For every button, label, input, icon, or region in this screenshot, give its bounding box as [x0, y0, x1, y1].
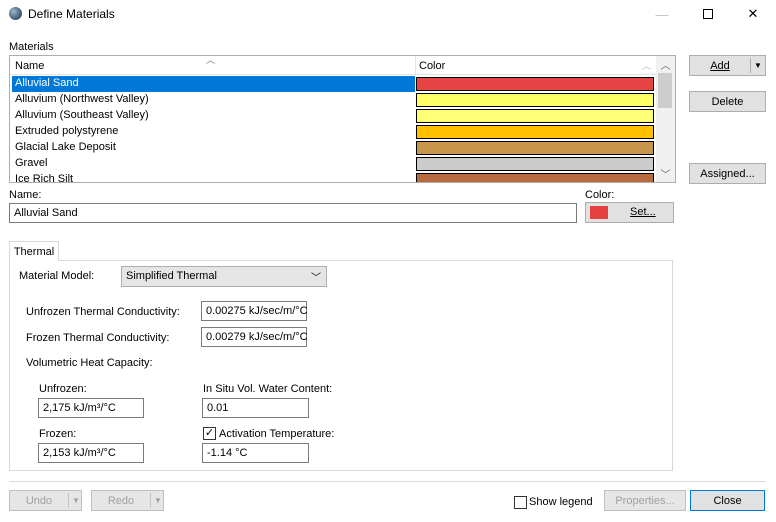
material-model-label: Material Model: — [19, 270, 95, 282]
undo-label: Undo — [25, 494, 53, 507]
minimize-button[interactable]: — — [639, 0, 685, 28]
material-name: Alluvium (Northwest Valley) — [15, 93, 149, 105]
show-legend-label: Show legend — [529, 496, 593, 508]
water-content-input[interactable]: 0.01 — [202, 398, 309, 418]
material-color-swatch[interactable] — [416, 173, 654, 182]
material-name: Gravel — [15, 157, 48, 169]
material-model-value: Simplified Thermal — [126, 270, 217, 282]
material-name: Alluvium (Southeast Valley) — [15, 109, 149, 121]
add-button-label[interactable]: Add — [690, 56, 750, 75]
material-row[interactable]: Alluvium (Northwest Valley) — [10, 92, 656, 108]
material-color-swatch[interactable] — [416, 157, 654, 171]
materials-list[interactable]: Name ︿ Color ︿ Alluvial Sand Alluvium (No… — [9, 55, 676, 183]
redo-label: Redo — [107, 494, 135, 507]
material-color-swatch[interactable] — [416, 77, 654, 91]
add-button[interactable]: Add ▼ — [689, 55, 766, 76]
material-row[interactable]: Alluvial Sand — [10, 76, 656, 92]
unfrozen-heat-capacity-input[interactable]: 2,175 kJ/m³/°C — [38, 398, 144, 418]
set-label-text: Set... — [630, 206, 656, 218]
header-overflow-icon: ︿ — [642, 61, 652, 71]
materials-scrollbar[interactable]: ︿ ﹀ — [656, 56, 675, 182]
set-color-button[interactable]: Set... — [585, 202, 674, 223]
heat-capacity-label: Volumetric Heat Capacity: — [26, 357, 153, 369]
column-divider[interactable] — [415, 56, 416, 75]
name-label: Name: — [9, 189, 42, 201]
activation-temperature-label: Activation Temperature: — [219, 428, 335, 440]
close-window-button[interactable]: ✕ — [730, 0, 776, 28]
frozen-conductivity-input[interactable]: 0.00279 kJ/sec/m/°C — [201, 327, 308, 347]
add-dropdown-icon[interactable]: ▼ — [751, 56, 765, 75]
undo-button[interactable]: Undo ▼ — [9, 490, 82, 511]
unfrozen-conductivity-input[interactable]: 0.00275 kJ/sec/m/°C — [201, 301, 308, 321]
maximize-icon — [703, 9, 713, 19]
frozen-label: Frozen: — [39, 428, 77, 440]
unfrozen-label: Unfrozen: — [39, 383, 87, 395]
scrollbar-thumb[interactable] — [658, 73, 672, 108]
material-color-swatch[interactable] — [416, 125, 654, 139]
materials-label: Materials — [9, 41, 54, 53]
sort-ascending-icon: ︿ — [206, 55, 216, 65]
material-row[interactable]: Gravel — [10, 156, 656, 172]
material-row[interactable]: Alluvium (Southeast Valley) — [10, 108, 656, 124]
name-input[interactable] — [9, 203, 577, 223]
add-label-text: Add — [710, 59, 730, 72]
color-swatch — [590, 206, 608, 219]
material-color-swatch[interactable] — [416, 109, 654, 123]
material-model-select[interactable]: Simplified Thermal ﹀ — [121, 266, 327, 287]
water-content-label: In Situ Vol. Water Content: — [203, 383, 333, 395]
scroll-down-icon[interactable]: ﹀ — [656, 165, 675, 182]
scroll-up-icon[interactable]: ︿ — [656, 56, 675, 73]
column-header-color[interactable]: Color — [419, 60, 445, 72]
assigned-button[interactable]: Assigned... — [689, 163, 766, 184]
material-name: Ice Rich Silt — [15, 173, 74, 183]
material-color-swatch[interactable] — [416, 93, 654, 107]
redo-dropdown-icon[interactable]: ▼ — [151, 491, 165, 510]
material-color-swatch[interactable] — [416, 141, 654, 155]
materials-rows: Alluvial Sand Alluvium (Northwest Valley)… — [10, 76, 656, 183]
set-button-label: Set... — [630, 206, 656, 218]
tab-thermal[interactable]: Thermal — [9, 241, 59, 261]
color-label: Color: — [585, 189, 615, 201]
globe-icon — [9, 7, 22, 20]
material-name: Glacial Lake Deposit — [15, 141, 116, 153]
column-header-name[interactable]: Name — [15, 60, 44, 72]
activation-temperature-input[interactable]: -1.14 °C — [202, 443, 309, 463]
properties-button[interactable]: Properties... — [604, 490, 686, 511]
material-row[interactable]: Glacial Lake Deposit — [10, 140, 656, 156]
window-title: Define Materials — [28, 7, 115, 21]
divider — [9, 481, 766, 482]
delete-button[interactable]: Delete — [689, 91, 766, 112]
frozen-heat-capacity-input[interactable]: 2,153 kJ/m³/°C — [38, 443, 144, 463]
undo-dropdown-icon[interactable]: ▼ — [69, 491, 83, 510]
material-name: Alluvial Sand — [15, 77, 79, 89]
redo-button[interactable]: Redo ▼ — [91, 490, 164, 511]
maximize-button[interactable] — [685, 0, 731, 28]
material-row[interactable]: Ice Rich Silt — [10, 172, 656, 183]
chevron-down-icon: ﹀ — [311, 273, 321, 284]
frozen-conductivity-label: Frozen Thermal Conductivity: — [26, 332, 170, 344]
material-row[interactable]: Extruded polystyrene — [10, 124, 656, 140]
material-name: Extruded polystyrene — [15, 125, 119, 137]
close-icon: ✕ — [747, 6, 759, 21]
unfrozen-conductivity-label: Unfrozen Thermal Conductivity: — [26, 306, 180, 318]
materials-list-header: Name ︿ Color ︿ — [10, 56, 656, 75]
close-button[interactable]: Close — [690, 490, 765, 511]
show-legend-checkbox[interactable] — [514, 496, 527, 509]
minimize-icon: — — [655, 6, 669, 22]
activation-temperature-checkbox[interactable]: ✓ — [203, 427, 216, 440]
